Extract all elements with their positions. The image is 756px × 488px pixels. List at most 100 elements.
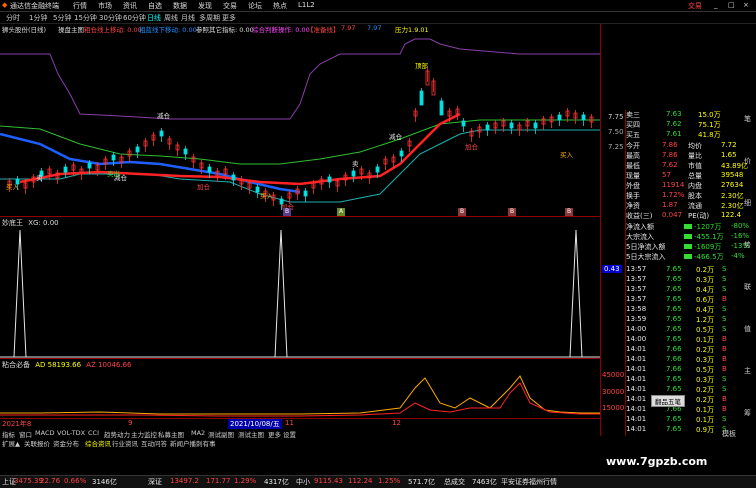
menu-discover[interactable]: 发现 (198, 1, 212, 11)
period-30min[interactable]: 30分钟 (99, 13, 122, 23)
index-name[interactable]: 中小 (296, 477, 310, 487)
tick-time: 13:57 (626, 285, 647, 293)
maximize-button[interactable]: □ (728, 1, 735, 9)
tick-price: 7.65 (666, 305, 682, 313)
side-tab[interactable]: 筹 (744, 408, 751, 418)
index-amt: 3146亿 (92, 478, 117, 486)
index-name[interactable]: 总成交 (444, 477, 465, 487)
side-tab[interactable]: 价 (744, 156, 751, 166)
indicator-tab[interactable]: MA2 (191, 429, 205, 437)
indicator-tab[interactable]: MACD (35, 429, 54, 437)
flow-row: 净流入额 -1207万 -80% (626, 222, 756, 232)
params-value: 参照其它指标: 0.00 (196, 26, 254, 34)
index-value: 13497.2 (170, 477, 199, 485)
menu-forum[interactable]: 论坛 (248, 1, 262, 11)
stat-key: 股本 (688, 192, 702, 200)
index-chg: 22.76 (40, 477, 61, 485)
tick-side: S (722, 285, 727, 293)
side-tab[interactable]: 细 (744, 198, 751, 208)
candle-body (327, 176, 332, 183)
candle-body (135, 146, 140, 153)
menu-news[interactable]: 资讯 (123, 1, 137, 11)
panel3-chart[interactable] (0, 368, 600, 418)
main-indicator-name[interactable]: 操盘主图 (58, 24, 84, 34)
candle-body (375, 166, 380, 173)
tick-volume: 0.4万 (696, 286, 715, 294)
panel2-chart[interactable] (0, 220, 600, 358)
menu-data[interactable]: 数据 (173, 1, 187, 11)
date-label: 12 (392, 419, 401, 427)
period-5min[interactable]: 5分钟 (53, 13, 71, 23)
stat-key: PE(动) (688, 212, 710, 220)
extension-tab[interactable]: 行业资讯 (112, 438, 138, 448)
extension-tab[interactable]: 综合资讯 (85, 438, 111, 448)
side-tab[interactable]: 值 (744, 324, 751, 334)
date-label: 2021年8 (2, 420, 32, 428)
period-week[interactable]: 周线 (164, 13, 178, 23)
x-marker: B (508, 208, 516, 216)
ma-blue-line (0, 132, 301, 194)
menu-l1l2[interactable]: L1L2 (298, 1, 315, 9)
menu-quote[interactable]: 行情 (73, 1, 87, 11)
period-fenshi[interactable]: 分时 (6, 13, 20, 23)
extension-tab[interactable]: 资金分布 (53, 438, 79, 448)
stat-value: 2.30亿 (721, 192, 744, 200)
flow-pct: -80% (731, 222, 750, 230)
flow-row: 大宗流入 -455.1万 -16% (626, 232, 756, 242)
menu-watchlist[interactable]: 自选 (148, 1, 162, 11)
tick-row: 13:58 7.65 0.4万 S (626, 305, 756, 315)
candlesticks-group (7, 68, 594, 210)
tick-row: 14:00 7.65 0.1万 B (626, 335, 756, 345)
pressure-value: 压力1.9.01 (395, 26, 429, 34)
tick-side: B (722, 395, 727, 403)
period-60min[interactable]: 60分钟 (123, 13, 146, 23)
quote-name: 卖三 (626, 111, 640, 119)
period-multi[interactable]: 多周期 (199, 13, 220, 23)
period-1min[interactable]: 1分钟 (29, 13, 47, 23)
minimize-button[interactable]: _ (714, 1, 718, 9)
extension-tab[interactable]: 互动问答 (141, 438, 167, 448)
stat-key: 换手 (626, 192, 640, 200)
tick-volume: 1.2万 (696, 316, 715, 324)
menu-hot[interactable]: 热点 (273, 1, 287, 11)
tick-row: 13:57 7.65 0.3万 S (626, 275, 756, 285)
tick-time: 13:57 (626, 275, 647, 283)
title-bar: ◆ 通达信金融终端 行情 市场 资讯 自选 数据 发现 交易 论坛 热点 L1L… (0, 0, 756, 12)
indicator-tab[interactable]: VOL-TDX (57, 429, 85, 437)
price-axis-label: 7.75 (608, 113, 624, 121)
connection-status: 平安证券福州行情 (501, 478, 557, 486)
trade-button[interactable]: 交易 (688, 1, 702, 11)
extension-tab[interactable]: 扩展▲ (2, 438, 20, 448)
menu-trade[interactable]: 交易 (223, 1, 237, 11)
side-tab[interactable]: 主 (744, 366, 751, 376)
index-name[interactable]: 深证 (148, 477, 162, 487)
menu-market[interactable]: 市场 (98, 1, 112, 11)
x-marker: A (337, 208, 345, 216)
candle-body (63, 166, 68, 173)
side-tab[interactable]: 联 (744, 282, 751, 292)
kline-main-chart[interactable] (0, 34, 600, 214)
close-button[interactable]: × (743, 1, 749, 9)
tick-price: 7.65 (666, 335, 682, 343)
period-month[interactable]: 月线 (181, 13, 195, 23)
tick-volume: 0.2万 (696, 386, 715, 394)
period-more[interactable]: 更多 (222, 13, 236, 23)
period-day[interactable]: 日线 (147, 13, 161, 23)
tick-row: 14:01 7.65 0.2万 S (626, 385, 756, 395)
extension-tab[interactable]: 关联报价 (24, 438, 50, 448)
chart-annotation: 减仓 (157, 112, 170, 120)
stat-key: 收益(三) (626, 212, 653, 220)
tick-side: S (722, 275, 727, 283)
extension-tab[interactable]: 新闻户播刺有事 (170, 438, 216, 448)
tick-time: 14:01 (626, 395, 647, 403)
side-tab[interactable]: 势 (744, 240, 751, 250)
tick-side: B (722, 295, 727, 303)
quote-price: 7.61 (666, 130, 682, 138)
popup-label[interactable]: 翻品五笔 (651, 395, 685, 407)
quote-vol: 41.8万 (698, 131, 721, 139)
stat-row: 换手 1.72% 股本 2.30亿 (626, 191, 756, 201)
indicator-tab[interactable]: CCI (88, 429, 99, 437)
template-button[interactable]: 模板 (722, 429, 736, 439)
side-tab[interactable]: 笔 (744, 114, 751, 124)
period-15min[interactable]: 15分钟 (74, 13, 97, 23)
